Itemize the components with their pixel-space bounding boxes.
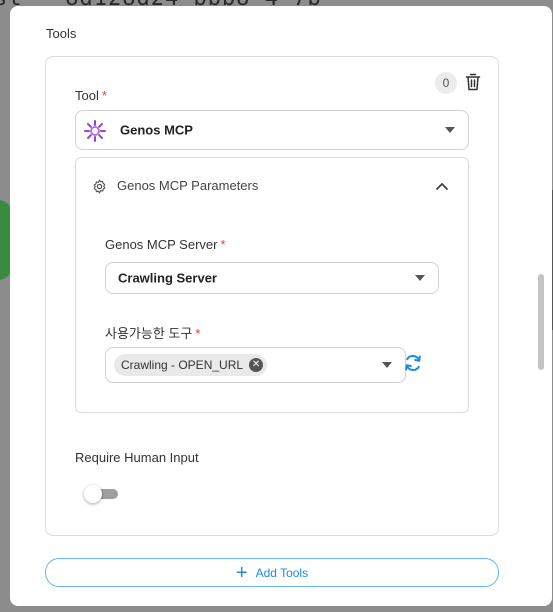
available-tools-select[interactable]: Crawling - OPEN_URL ✕ bbox=[105, 347, 406, 383]
available-tools-field-label: 사용가능한 도구 * bbox=[105, 323, 200, 342]
tool-label-text: Tool bbox=[75, 88, 99, 103]
genos-logo-icon bbox=[84, 120, 106, 142]
tool-select[interactable]: Genos MCP bbox=[75, 110, 469, 150]
tool-card: 0 Tool * Genos MCP Genos MCP Parameters … bbox=[45, 56, 499, 536]
tools-modal: Tools 0 Tool * Genos MCP Genos MCP Param… bbox=[10, 6, 552, 606]
chevron-down-icon bbox=[382, 362, 392, 368]
trash-icon[interactable] bbox=[465, 73, 481, 91]
required-mark: * bbox=[220, 237, 226, 252]
tool-select-value: Genos MCP bbox=[120, 122, 193, 138]
add-tools-button[interactable]: + Add Tools bbox=[45, 558, 499, 587]
available-tools-label-text: 사용가능한 도구 bbox=[105, 326, 193, 341]
server-label-text: Genos MCP Server bbox=[105, 237, 218, 252]
human-input-label: Require Human Input bbox=[75, 450, 199, 465]
chevron-up-icon[interactable] bbox=[436, 182, 448, 190]
server-select-value: Crawling Server bbox=[118, 270, 217, 286]
tool-count-badge: 0 bbox=[435, 72, 457, 94]
required-mark: * bbox=[195, 326, 201, 341]
remove-chip-icon[interactable]: ✕ bbox=[249, 358, 264, 372]
required-mark: * bbox=[101, 88, 107, 103]
add-tools-label: Add Tools bbox=[255, 565, 309, 580]
chevron-down-icon bbox=[415, 275, 425, 281]
toggle-thumb bbox=[84, 485, 102, 503]
server-field-label: Genos MCP Server * bbox=[105, 237, 226, 252]
tool-field-label: Tool * bbox=[75, 88, 107, 103]
refresh-icon[interactable] bbox=[403, 353, 423, 373]
parameters-panel: Genos MCP Parameters Genos MCP Server * C… bbox=[75, 157, 469, 413]
chevron-down-icon bbox=[445, 127, 455, 133]
parameters-header: Genos MCP Parameters bbox=[117, 178, 259, 193]
human-input-toggle[interactable] bbox=[84, 485, 118, 503]
scrollbar-thumb[interactable] bbox=[538, 274, 544, 370]
plus-icon: + bbox=[235, 561, 248, 584]
server-select[interactable]: Crawling Server bbox=[105, 262, 439, 294]
selected-tool-chip: Crawling - OPEN_URL ✕ bbox=[114, 354, 268, 376]
selected-tool-chip-label: Crawling - OPEN_URL bbox=[121, 358, 244, 372]
gear-icon bbox=[93, 179, 106, 194]
section-title: Tools bbox=[46, 26, 77, 41]
